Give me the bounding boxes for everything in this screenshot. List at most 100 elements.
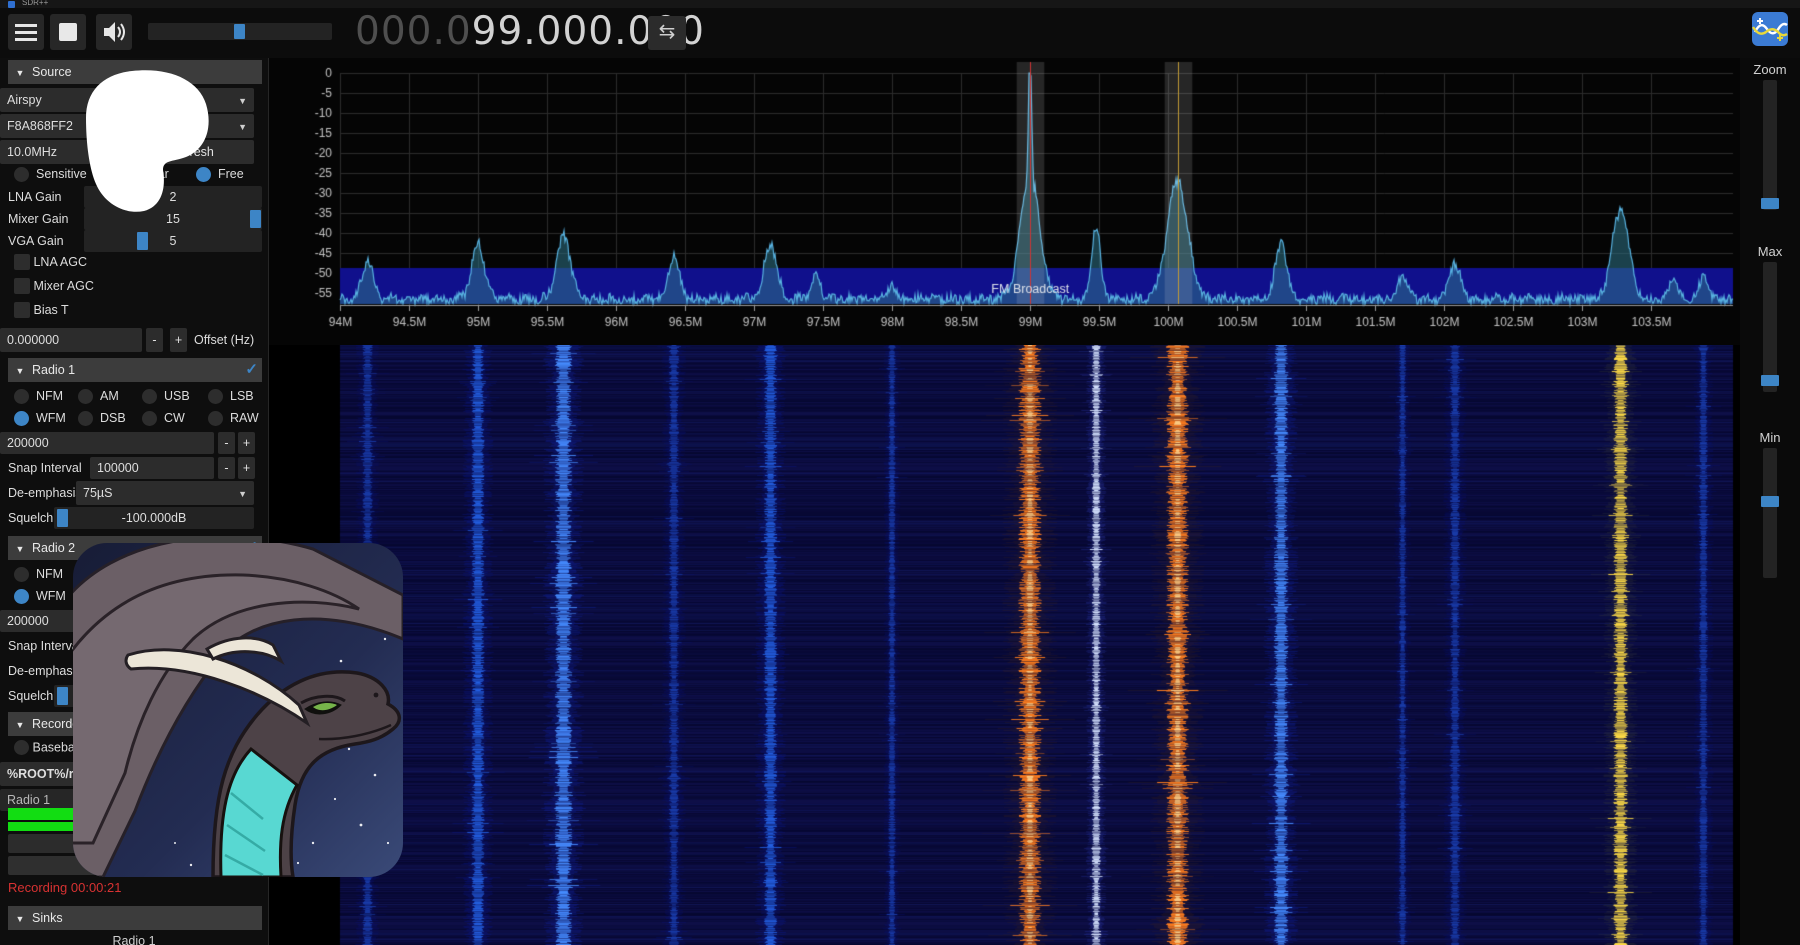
radio1-mode-row1: NFM AM USB LSB [8, 386, 262, 406]
zoom-slider-handle[interactable] [1761, 198, 1779, 209]
mode-am[interactable]: AM [78, 386, 119, 406]
mute-button[interactable] [96, 14, 132, 50]
mode-label: LSB [230, 389, 254, 403]
mode-raw[interactable]: RAW [208, 408, 259, 428]
refresh-button[interactable]: Refresh [130, 140, 254, 164]
min-slider-handle[interactable] [1761, 496, 1779, 507]
squelch-slider[interactable]: -100.000dB [54, 507, 254, 529]
mode-label: CW [164, 411, 185, 425]
max-slider-handle[interactable] [1761, 375, 1779, 386]
mode-usb[interactable]: USB [142, 386, 190, 406]
slider-handle[interactable] [57, 687, 68, 705]
slider-handle[interactable] [57, 509, 68, 527]
checkbox-icon[interactable] [14, 302, 30, 318]
gain-mode-label: Linear [134, 167, 169, 181]
gain-mode-sensitive[interactable]: Sensitive [14, 164, 87, 184]
snap-decrement-button[interactable]: - [218, 457, 235, 479]
offset-input[interactable]: 0.000000 [0, 328, 142, 352]
collapse-arrow-icon: ▼ [8, 907, 32, 931]
mode-dsb[interactable]: DSB [78, 408, 126, 428]
volume-slider-handle[interactable] [234, 24, 245, 39]
chevron-down-icon: ▼ [238, 115, 247, 139]
bias-t-label: Bias T [33, 303, 68, 317]
mixer-agc-row[interactable]: Mixer AGC [8, 278, 262, 298]
samplerate-value: 10.0MHz [7, 145, 57, 159]
vga-gain-value: 5 [170, 234, 177, 248]
window-title: SDR++ [22, 0, 48, 7]
chevron-down-icon: ▼ [238, 89, 247, 113]
sinks-panel-header[interactable]: ▼Sinks [8, 906, 262, 930]
bandwidth-value: 200000 [7, 614, 49, 628]
fft-spectrum-display[interactable] [268, 58, 1740, 345]
samplerate-dropdown[interactable]: 10.0MHz [0, 140, 124, 164]
mode-label: WFM [36, 589, 66, 603]
squelch-label: Squelch [8, 685, 53, 707]
tuning-mode-button[interactable]: ⇆ [648, 16, 686, 50]
squelch-label: Squelch [8, 507, 53, 529]
max-slider[interactable] [1763, 262, 1777, 392]
radio1-mode-row2: WFM DSB CW RAW [8, 408, 262, 428]
deemphasis-label: De-emphasis [8, 660, 82, 682]
radio1-bandwidth-input[interactable]: 200000 [0, 432, 214, 454]
gain-mode-linear[interactable]: Linear [112, 164, 169, 184]
slider-handle[interactable] [137, 232, 148, 250]
mode-cw[interactable]: CW [142, 408, 185, 428]
snap-interval-input[interactable]: 100000 [90, 457, 214, 479]
mode-wfm[interactable]: WFM [14, 586, 66, 606]
collapse-arrow-icon: ▼ [8, 713, 32, 737]
bandwidth-increment-button[interactable]: + [238, 432, 255, 454]
device-serial-dropdown[interactable]: F8A868FF2▼ [0, 114, 254, 138]
squelch-value: -100.000dB [122, 511, 187, 525]
radio-circle-icon [78, 411, 93, 426]
gain-mode-free[interactable]: Free [196, 164, 244, 184]
radio-circle-icon [14, 167, 29, 182]
dragon-avatar-image [73, 543, 403, 877]
radio-selected-icon [14, 589, 29, 604]
display-controls-sidebar: Zoom Max Min [1740, 58, 1800, 945]
mode-label: AM [100, 389, 119, 403]
module-enabled-check-icon[interactable]: ✓ [245, 358, 258, 382]
mode-label: NFM [36, 389, 63, 403]
slider-handle[interactable] [250, 210, 261, 228]
checkbox-icon[interactable] [14, 254, 30, 270]
offset-increment-button[interactable]: + [170, 328, 187, 352]
recorder-path-value: %ROOT%/r [7, 767, 74, 781]
sdrpp-window: SDR++ 000.099.000.000 ⇆ [0, 0, 1800, 945]
mode-wfm[interactable]: WFM [14, 408, 66, 428]
lna-agc-row[interactable]: LNA AGC [8, 254, 262, 274]
lna-gain-slider[interactable]: 2 [84, 186, 262, 208]
mode-nfm[interactable]: NFM [14, 386, 63, 406]
deemphasis-dropdown[interactable]: 75µS▼ [76, 481, 254, 505]
mixer-gain-value: 15 [166, 212, 180, 226]
checkbox-icon[interactable] [14, 278, 30, 294]
mode-label: DSB [100, 411, 126, 425]
deemphasis-label: De-emphasis [8, 482, 82, 504]
mode-lsb[interactable]: LSB [208, 386, 254, 406]
sinks-item-label: Radio 1 [0, 934, 268, 945]
snap-value: 100000 [97, 461, 139, 475]
mode-nfm[interactable]: NFM [14, 564, 63, 584]
stop-button[interactable] [50, 14, 86, 50]
toolbar: 000.099.000.000 ⇆ [0, 8, 1800, 59]
min-slider[interactable] [1763, 448, 1777, 578]
min-label: Min [1740, 430, 1800, 445]
speaker-icon [96, 14, 132, 50]
snap-increment-button[interactable]: + [238, 457, 255, 479]
vga-gain-slider[interactable]: 5 [84, 230, 262, 252]
offset-value: 0.000000 [7, 333, 59, 347]
mixer-gain-slider[interactable]: 15 [84, 208, 262, 230]
radio-circle-icon [208, 389, 223, 404]
radio1-panel-header[interactable]: ▼Radio 1✓ [8, 358, 262, 382]
volume-slider[interactable] [148, 23, 332, 40]
source-device-dropdown[interactable]: Airspy▼ [0, 88, 254, 112]
hamburger-icon [8, 14, 44, 50]
waterfall-display[interactable] [268, 345, 1740, 945]
zoom-slider[interactable] [1763, 80, 1777, 210]
bandwidth-decrement-button[interactable]: - [218, 432, 235, 454]
radio-circle-icon [14, 740, 29, 755]
bias-t-row[interactable]: Bias T [8, 302, 262, 322]
mixer-agc-label: Mixer AGC [33, 279, 93, 293]
source-panel-header[interactable]: ▼Source [8, 60, 262, 84]
offset-decrement-button[interactable]: - [146, 328, 163, 352]
menu-button[interactable] [8, 14, 44, 50]
